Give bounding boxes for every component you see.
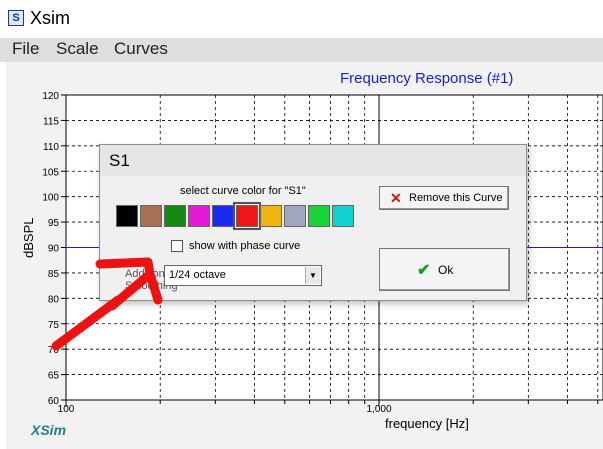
x-icon: ✕: [390, 190, 402, 206]
color-swatch[interactable]: [308, 205, 330, 227]
y-tick-label: 115: [43, 116, 59, 127]
dialog-title-bar[interactable]: S1: [100, 145, 526, 176]
smoothing-dropdown[interactable]: 1/24 octave ▼: [164, 265, 322, 286]
y-tick-label: 120: [42, 91, 59, 102]
xsim-watermark: XSim: [31, 422, 67, 438]
y-tick-label: 85: [48, 269, 60, 280]
color-swatch[interactable]: [332, 205, 354, 227]
color-select-label: select curve color for "S1": [180, 185, 306, 197]
color-swatch[interactable]: [233, 202, 261, 230]
x-tick-label: 1,000: [366, 404, 391, 415]
color-swatch[interactable]: [164, 205, 186, 227]
curve-dialog: S1 select curve color for "S1" show with…: [99, 144, 527, 301]
color-swatch[interactable]: [260, 205, 282, 227]
phase-curve-checkbox[interactable]: [171, 240, 183, 252]
y-tick-label: 90: [48, 244, 60, 255]
dialog-title: S1: [109, 151, 130, 170]
color-swatch[interactable]: [116, 205, 138, 227]
x-axis-label: frequency [Hz]: [385, 416, 469, 431]
ok-label: Ok: [438, 263, 454, 277]
smoothing-value: 1/24 octave: [169, 269, 226, 281]
y-axis-label: dBSPL: [21, 217, 36, 258]
checkmark-icon: ✔: [417, 262, 431, 279]
color-swatch[interactable]: [284, 205, 306, 227]
ok-button[interactable]: ✔ Ok: [379, 248, 510, 291]
phase-curve-label[interactable]: show with phase curve: [189, 240, 300, 252]
remove-curve-button[interactable]: ✕ Remove this Curve: [379, 186, 509, 210]
color-swatch[interactable]: [188, 205, 210, 227]
y-tick-label: 100: [42, 193, 59, 204]
remove-curve-label: Remove this Curve: [409, 192, 503, 204]
color-swatch[interactable]: [212, 205, 234, 227]
y-tick-label: 95: [48, 218, 60, 229]
y-tick-label: 70: [48, 345, 60, 356]
y-tick-label: 110: [43, 142, 59, 153]
y-tick-label: 80: [48, 294, 60, 305]
chevron-down-icon[interactable]: ▼: [305, 267, 320, 284]
x-tick-label: 100: [58, 404, 75, 415]
color-swatch[interactable]: [140, 205, 162, 227]
y-tick-label: 105: [42, 167, 59, 178]
y-tick-label: 75: [48, 320, 60, 331]
y-tick-label: 65: [48, 371, 60, 382]
